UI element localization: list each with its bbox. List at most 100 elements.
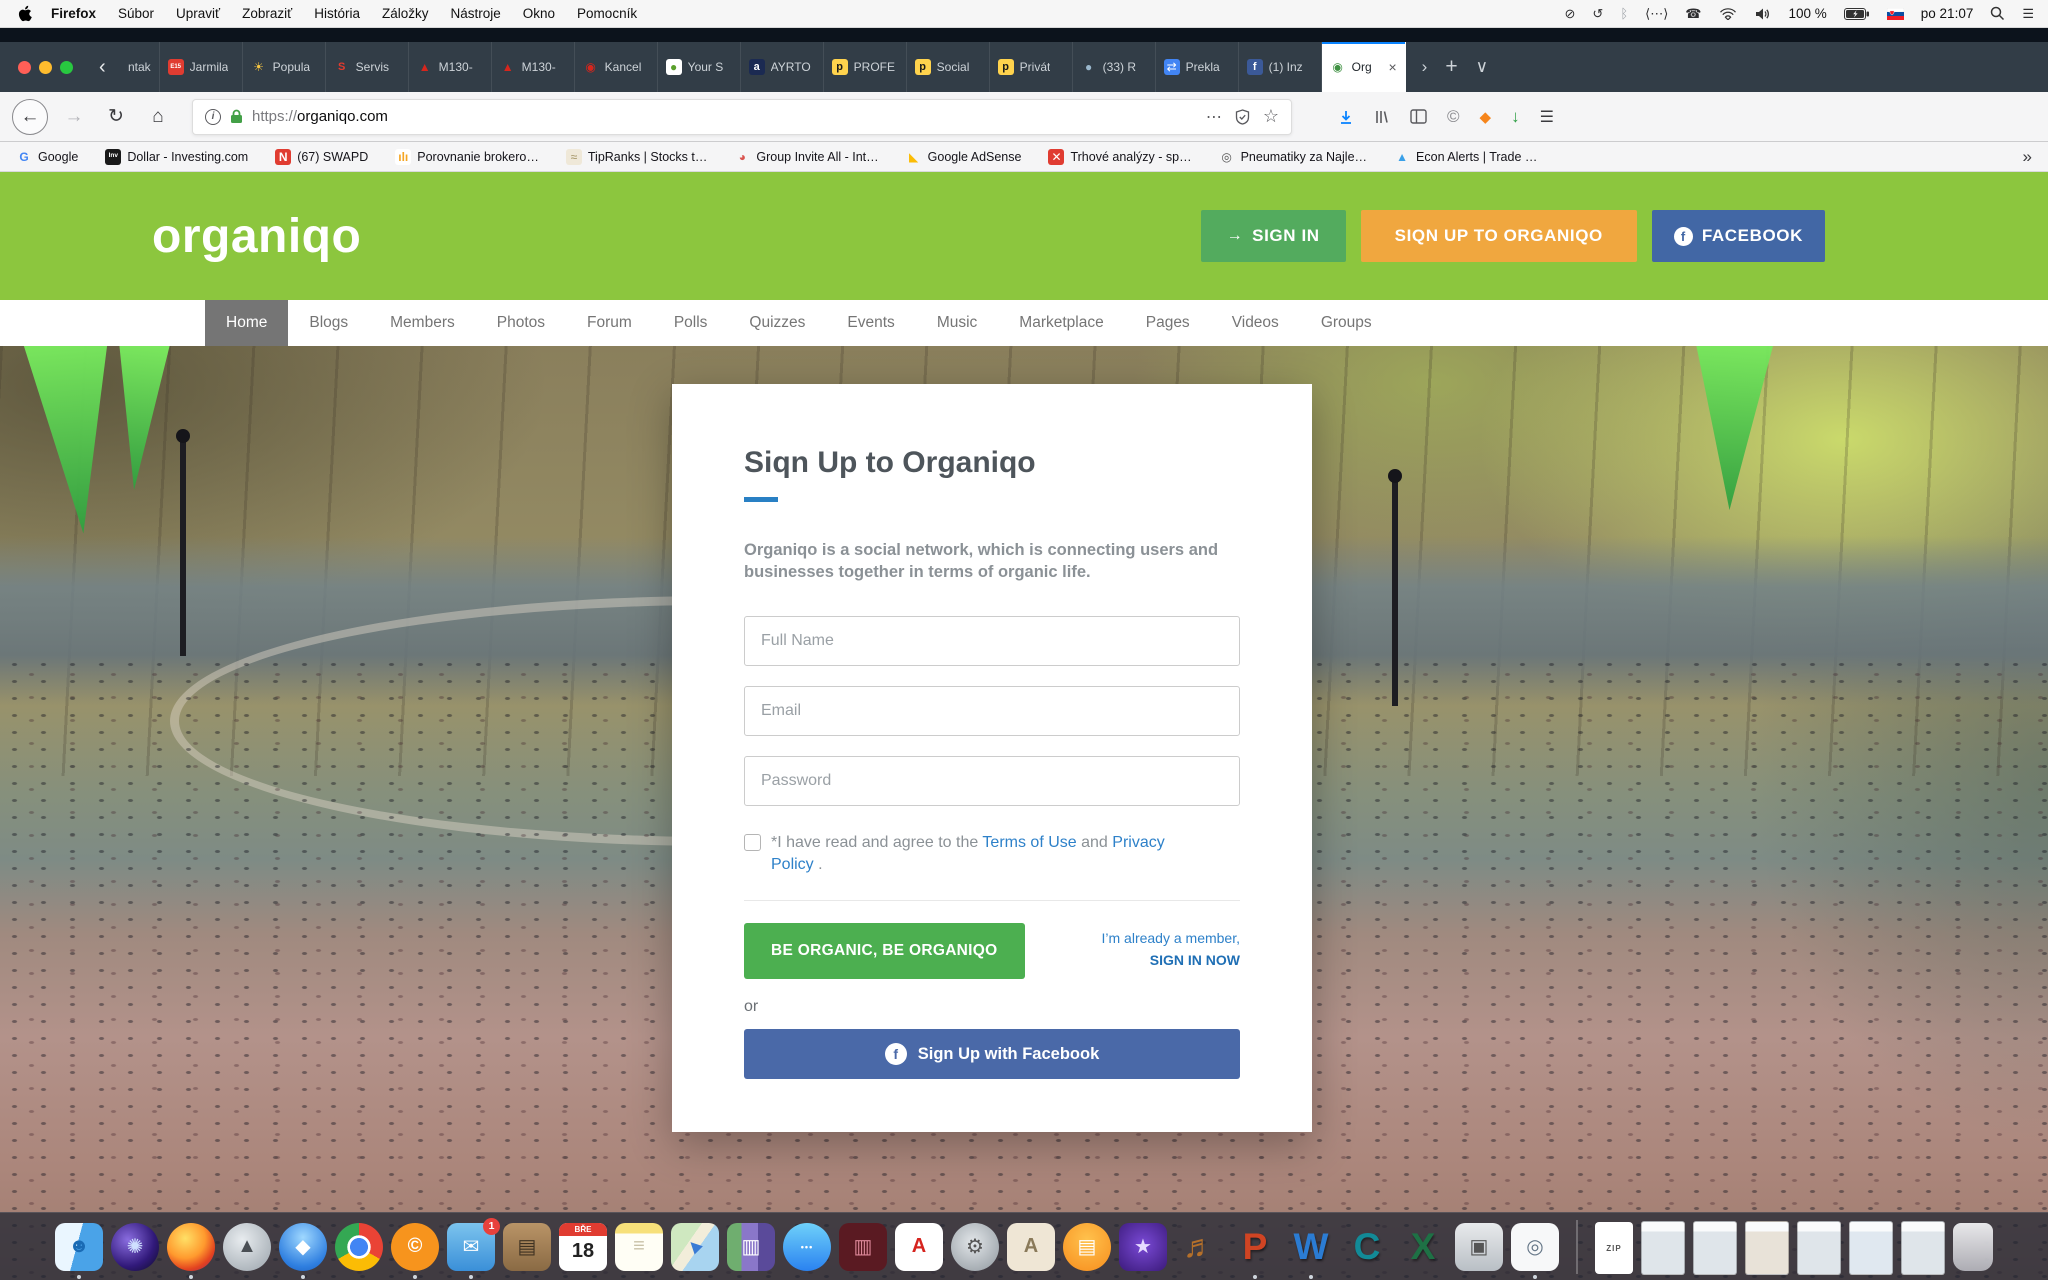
menubar-item[interactable]: Firefox xyxy=(40,6,107,21)
site-logo[interactable]: organiqo xyxy=(152,209,361,264)
dock-icon-preview[interactable]: ◎ xyxy=(1511,1223,1559,1271)
battery-icon[interactable] xyxy=(1844,8,1870,20)
hamburger-menu-icon[interactable]: ☰ xyxy=(1540,107,1554,127)
dock-icon-acrobat-pro[interactable]: A xyxy=(1007,1223,1055,1271)
dock-icon-mail[interactable]: ✉ 1 xyxy=(447,1223,495,1271)
menubar-item[interactable]: História xyxy=(303,6,371,21)
site-info-icon[interactable]: i xyxy=(205,109,221,125)
browser-tab[interactable]: ☀ Popula xyxy=(243,42,326,92)
nav-item[interactable]: Videos xyxy=(1211,300,1300,346)
code-brackets-icon[interactable]: ⟨⋯⟩ xyxy=(1645,6,1668,22)
dock-icon-trash[interactable] xyxy=(1953,1223,1993,1271)
sign-up-button[interactable]: SIQN UP TO ORGANIQO xyxy=(1361,210,1637,262)
dock-icon-garageband[interactable]: ♬ xyxy=(1175,1223,1223,1271)
nav-item[interactable]: Forum xyxy=(566,300,653,346)
browser-tab[interactable]: ◉ Org × xyxy=(1322,42,1406,92)
nav-item[interactable]: Photos xyxy=(476,300,566,346)
browser-tab[interactable]: ● (33) R xyxy=(1073,42,1156,92)
url-bar[interactable]: i https://organiqo.com ⋯ ☆ xyxy=(192,99,1292,135)
facebook-signup-button[interactable]: f Sign Up with Facebook xyxy=(744,1029,1240,1079)
bookmark-star-icon[interactable]: ☆ xyxy=(1263,106,1279,127)
dock-icon-excel[interactable]: X xyxy=(1399,1223,1447,1271)
window-close-button[interactable] xyxy=(18,61,31,74)
home-button[interactable]: ⌂ xyxy=(142,101,174,133)
sign-in-button[interactable]: → SIGN IN xyxy=(1201,210,1346,262)
password-input[interactable] xyxy=(744,756,1240,806)
tab-dropdown-icon[interactable]: ∨ xyxy=(1476,57,1488,77)
volume-icon[interactable] xyxy=(1754,7,1772,21)
sidebar-icon[interactable] xyxy=(1410,109,1427,124)
new-tab-button[interactable]: + xyxy=(1445,55,1457,79)
pocket-shield-icon[interactable] xyxy=(1235,109,1250,125)
dock-icon-remote-desktop[interactable]: ▣ xyxy=(1455,1223,1503,1271)
browser-tab[interactable]: a AYRTO xyxy=(741,42,824,92)
browser-tab[interactable]: p Social xyxy=(907,42,990,92)
downloads-icon[interactable] xyxy=(1338,109,1354,125)
library-icon[interactable] xyxy=(1374,109,1390,125)
page-actions-icon[interactable]: ⋯ xyxy=(1206,107,1222,127)
dock-icon-chrome[interactable] xyxy=(335,1223,383,1271)
dock-icon-maps[interactable]: ▲ xyxy=(671,1223,719,1271)
bookmark-item[interactable]: ▲ Econ Alerts | Trade … xyxy=(1394,149,1537,165)
browser-tab[interactable]: p PROFE xyxy=(824,42,907,92)
menubar-item[interactable]: Zobraziť xyxy=(231,6,303,21)
apple-menu-icon[interactable] xyxy=(18,5,32,22)
bookmark-item[interactable]: ◎ Pneumatiky za Najle… xyxy=(1219,149,1367,165)
dock-icon-minimized-window[interactable] xyxy=(1901,1221,1945,1275)
https-lock-icon[interactable] xyxy=(230,109,243,124)
terms-of-use-link[interactable]: Terms of Use xyxy=(982,834,1076,851)
nav-item[interactable]: Polls xyxy=(653,300,729,346)
dock-icon-powerpoint[interactable]: P xyxy=(1231,1223,1279,1271)
back-button[interactable]: ← xyxy=(12,99,48,135)
browser-tab[interactable]: ⇄ Prekla xyxy=(1156,42,1239,92)
browser-tab[interactable]: ● Your S xyxy=(658,42,741,92)
tab-scroll-left-icon[interactable]: ‹ xyxy=(91,42,114,92)
dock-icon-imovie[interactable]: ★ xyxy=(1119,1223,1167,1271)
dnd-icon[interactable]: ⊘ xyxy=(1565,6,1576,22)
notification-center-icon[interactable]: ☰ xyxy=(2022,6,2034,22)
browser-tab[interactable]: S Servis xyxy=(326,42,409,92)
bookmark-item[interactable]: ◣ Google AdSense xyxy=(906,149,1022,165)
dock-icon-siri[interactable]: ✺ xyxy=(111,1223,159,1271)
nav-item[interactable]: Home xyxy=(205,300,288,346)
dock-icon-ibooks[interactable]: ▤ xyxy=(1063,1223,1111,1271)
menubar-item[interactable]: Záložky xyxy=(371,6,440,21)
browser-tab[interactable]: p Privát xyxy=(990,42,1073,92)
reload-button[interactable]: ↻ xyxy=(100,101,132,133)
browser-tab[interactable]: ▲ M130- xyxy=(492,42,575,92)
window-minimize-button[interactable] xyxy=(39,61,52,74)
dock-icon-photo-booth[interactable]: ▥ xyxy=(839,1223,887,1271)
nav-item[interactable]: Quizzes xyxy=(728,300,826,346)
bookmark-item[interactable]: Inv Dollar - Investing.com xyxy=(105,149,248,165)
dock-icon-word[interactable]: W xyxy=(1287,1223,1335,1271)
metamask-icon[interactable]: ◆ xyxy=(1480,108,1492,126)
menubar-item[interactable]: Súbor xyxy=(107,6,165,21)
extension-c-icon[interactable]: © xyxy=(1447,107,1460,127)
nav-item[interactable]: Music xyxy=(916,300,998,346)
browser-tab[interactable]: ntak xyxy=(114,42,160,92)
dock-icon-minimized-window[interactable] xyxy=(1849,1221,1893,1275)
browser-tab[interactable]: ◉ Kancel xyxy=(575,42,658,92)
dock-icon-minimized-window[interactable] xyxy=(1641,1221,1685,1275)
browser-tab[interactable]: f (1) Inz xyxy=(1239,42,1322,92)
dock-icon-acrobat-reader[interactable]: A xyxy=(895,1223,943,1271)
menubar-clock[interactable]: po 21:07 xyxy=(1921,6,1974,21)
facebook-header-button[interactable]: f FACEBOOK xyxy=(1652,210,1825,262)
dock-icon-launchpad[interactable]: ▲ xyxy=(223,1223,271,1271)
slovak-flag-icon[interactable] xyxy=(1887,8,1904,20)
menubar-item[interactable]: Okno xyxy=(512,6,566,21)
time-machine-icon[interactable]: ↺ xyxy=(1592,6,1603,22)
nav-item[interactable]: Pages xyxy=(1125,300,1211,346)
tab-scroll-right-icon[interactable]: › xyxy=(1422,57,1428,77)
sign-in-now-link[interactable]: SIGN IN NOW xyxy=(1102,950,1241,972)
bookmark-item[interactable]: ılı Porovnanie brokero… xyxy=(395,149,539,165)
browser-tab[interactable]: ▲ M130- xyxy=(409,42,492,92)
nav-item[interactable]: Members xyxy=(369,300,476,346)
nav-item[interactable]: Blogs xyxy=(288,300,369,346)
email-input[interactable] xyxy=(744,686,1240,736)
bookmark-item[interactable]: ◕ Group Invite All - Int… xyxy=(734,149,878,165)
bookmark-item[interactable]: ✕ Trhové analýzy - sp… xyxy=(1048,149,1191,165)
menubar-item[interactable]: Pomocník xyxy=(566,6,648,21)
dock-icon-minimized-window[interactable] xyxy=(1745,1221,1789,1275)
dock-icon-finder[interactable]: ☻ xyxy=(55,1223,103,1271)
